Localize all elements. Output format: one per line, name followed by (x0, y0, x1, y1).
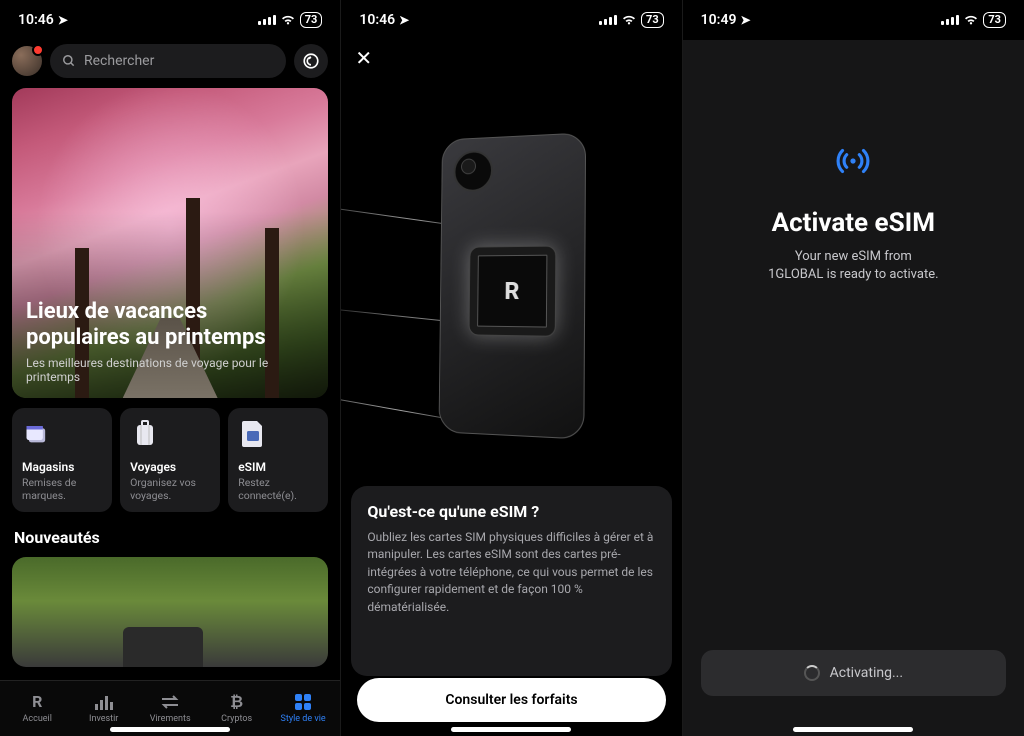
shopping-bag-icon (22, 418, 52, 448)
view-plans-button[interactable]: Consulter les forfaits (357, 678, 665, 722)
tile-label: Voyages (130, 460, 210, 474)
section-news-title: Nouveautés (14, 528, 328, 547)
activating-label: Activating... (830, 665, 903, 681)
home-icon: R (32, 692, 42, 712)
esim-illustration: R (341, 70, 681, 500)
status-time: 10:46 (359, 12, 395, 28)
status-bar: 10:46 ➤ 73 (341, 0, 681, 40)
activate-subtitle: Your new eSIM from 1GLOBAL is ready to a… (713, 248, 994, 284)
tile-esim[interactable]: eSIM Restez connecté(e). (228, 408, 328, 512)
bitcoin-icon: ₿ (230, 692, 243, 712)
location-icon: ➤ (740, 13, 750, 27)
spinner-icon (804, 665, 820, 681)
close-button[interactable]: ✕ (355, 46, 372, 70)
info-body: Oubliez les cartes SIM physiques diffici… (367, 529, 655, 616)
info-title: Qu'est-ce qu'une eSIM ? (367, 502, 655, 521)
sim-icon (238, 418, 268, 448)
hero-card[interactable]: Lieux de vacances populaires au printemp… (12, 88, 328, 398)
avatar[interactable] (12, 46, 42, 76)
chart-icon (95, 692, 113, 712)
wifi-icon (280, 14, 296, 26)
activating-button: Activating... (701, 650, 1006, 696)
status-bar: 10:46 ➤ 73 (0, 0, 340, 40)
home-indicator[interactable] (451, 727, 571, 732)
screen-esim-info: 10:46 ➤ 73 ✕ R Qu'est-ce qu'une (341, 0, 682, 736)
location-icon: ➤ (399, 13, 409, 27)
tile-label: eSIM (238, 460, 318, 474)
location-icon: ➤ (58, 13, 68, 27)
news-card[interactable] (12, 557, 328, 667)
wifi-icon (621, 14, 637, 26)
tab-invest[interactable]: Investir (70, 692, 136, 724)
battery-level: 73 (983, 12, 1006, 28)
tab-label: Cryptos (221, 714, 252, 724)
home-indicator[interactable] (793, 727, 913, 732)
points-button[interactable] (294, 44, 328, 78)
grid-icon (295, 692, 311, 712)
search-placeholder: Rechercher (84, 53, 154, 69)
status-time: 10:49 (701, 12, 737, 28)
hero-subtitle: Les meilleures destinations de voyage po… (26, 356, 314, 384)
tile-desc: Remises de marques. (22, 476, 102, 502)
cellular-icon (599, 15, 617, 25)
activate-title: Activate eSIM (713, 208, 994, 238)
screen-lifestyle: 10:46 ➤ 73 Rechercher (0, 0, 341, 736)
tile-travel[interactable]: Voyages Organisez vos voyages. (120, 408, 220, 512)
search-input[interactable]: Rechercher (50, 44, 286, 78)
screen-activate-esim: 10:49 ➤ 73 (683, 0, 1024, 736)
tab-label: Style de vie (281, 714, 326, 724)
tile-label: Magasins (22, 460, 102, 474)
chip-logo: R (505, 277, 520, 305)
tab-label: Accueil (23, 714, 52, 724)
tab-label: Investir (89, 714, 118, 724)
esim-info-card: Qu'est-ce qu'une eSIM ? Oubliez les cart… (351, 486, 671, 676)
cellular-icon (258, 15, 276, 25)
transfer-icon (161, 692, 179, 712)
tab-label: Virements (150, 714, 191, 724)
hero-title: Lieux de vacances populaires au printemp… (26, 299, 314, 350)
suitcase-icon (130, 418, 160, 448)
tab-crypto[interactable]: ₿ Cryptos (203, 692, 269, 724)
battery-level: 73 (300, 12, 323, 28)
status-time: 10:46 (18, 12, 54, 28)
tile-desc: Restez connecté(e). (238, 476, 318, 502)
status-bar: 10:49 ➤ 73 (683, 0, 1024, 40)
tile-desc: Organisez vos voyages. (130, 476, 210, 502)
tab-transfers[interactable]: Virements (137, 692, 203, 724)
cellular-icon (941, 15, 959, 25)
tab-lifestyle[interactable]: Style de vie (270, 692, 336, 724)
search-icon (62, 54, 76, 68)
tile-stores[interactable]: Magasins Remises de marques. (12, 408, 112, 512)
antenna-icon (832, 140, 874, 182)
wifi-icon (963, 14, 979, 26)
tab-home[interactable]: R Accueil (4, 692, 70, 724)
cta-label: Consulter les forfaits (445, 692, 577, 708)
home-indicator[interactable] (110, 727, 230, 732)
battery-level: 73 (641, 12, 664, 28)
